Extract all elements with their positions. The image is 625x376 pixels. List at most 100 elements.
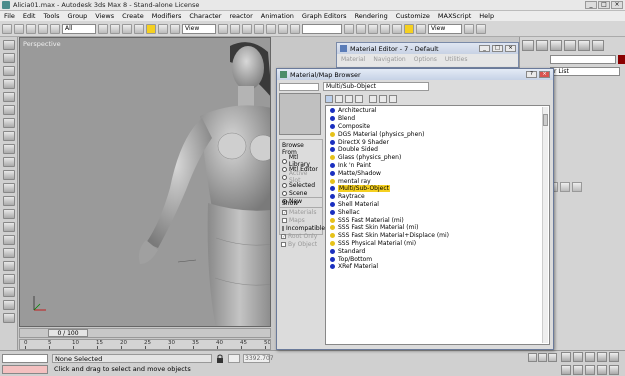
zoom-extents-icon[interactable] [585,352,595,362]
close-button[interactable]: × [611,1,623,9]
browse-from-mtl-library-radio[interactable]: Mtl Library [282,154,320,168]
menu-item-rendering[interactable]: Rendering [351,12,392,20]
redo-icon[interactable] [14,23,24,34]
object-color-swatch[interactable] [618,55,625,64]
material-editor-icon[interactable] [404,23,414,34]
menu-item-help[interactable]: Help [475,12,498,20]
maximize-button[interactable]: □ [598,1,610,9]
browse-from-active-slot-radio[interactable]: Active Slot [282,170,320,184]
browser-close-button[interactable]: × [539,71,550,78]
undo-icon[interactable] [2,23,12,34]
menu-item-create[interactable]: Create [118,12,148,20]
menu-item-tools[interactable]: Tools [39,12,63,20]
minimize-button[interactable]: _ [585,1,597,9]
create-torus-icon[interactable] [2,79,15,89]
clear-material-library-icon[interactable] [389,94,397,103]
modifier-ffd-icon[interactable] [2,248,15,258]
material-editor-maximize-button[interactable]: □ [492,45,503,52]
bind-space-warp-icon[interactable] [50,23,60,34]
zoom-all-icon[interactable] [573,352,583,362]
modifier-mesh-icon[interactable] [2,261,15,271]
select-and-scale-icon[interactable] [170,23,180,34]
view-list-icon[interactable] [325,94,333,103]
menu-item-graph-editors[interactable]: Graph Editors [298,12,351,20]
menu-item-animation[interactable]: Animation [257,12,298,20]
mirror-icon[interactable] [344,23,354,34]
create-cylinder-icon[interactable] [2,66,15,76]
browse-from-selected-radio[interactable]: Selected [282,181,320,189]
absolute-mode-icon[interactable] [228,354,240,363]
create-tab-icon[interactable] [522,40,534,51]
maximize-viewport-icon[interactable] [585,365,595,375]
snap-toggle-icon[interactable] [242,23,252,34]
material-list-item[interactable]: Ink 'n Paint [326,162,549,170]
material-editor-menu-options[interactable]: Options [414,56,437,63]
remove-modifier-icon[interactable] [560,182,570,192]
modifier-twist-icon[interactable] [2,222,15,232]
material-editor-minimize-button[interactable]: _ [479,45,490,52]
zoom-icon[interactable] [561,352,571,362]
render-type-dropdown[interactable]: View [428,23,462,34]
reference-coordinate-dropdown[interactable]: View [182,23,216,34]
maxscript-listener[interactable] [2,354,48,363]
create-box-icon[interactable] [2,40,15,50]
motion-tab-icon[interactable] [564,40,576,51]
browser-search-field[interactable] [279,83,319,91]
view-large-icons-icon[interactable] [355,94,363,103]
select-manipulate-icon[interactable] [230,23,240,34]
menu-item-customize[interactable]: Customize [392,12,434,20]
material-list-item[interactable]: Composite [326,123,549,131]
named-selection-icon[interactable] [290,23,300,34]
time-slider-thumb[interactable]: 0 / 100 [48,329,88,337]
material-list[interactable]: Architectural Blend Composite DGS Material … [325,105,550,345]
rectangular-selection-icon[interactable] [122,23,132,34]
walkthrough-icon[interactable] [597,365,607,375]
create-cone-icon[interactable] [2,105,15,115]
material-list-item[interactable]: SSS Physical Material (mi) [326,240,549,248]
menu-item-reactor[interactable]: reactor [225,12,256,20]
object-name-field[interactable] [550,55,616,64]
material-editor-menu-navigation[interactable]: Navigation [373,56,405,63]
select-by-name-icon[interactable] [110,23,120,34]
material-list-item[interactable]: Raytrace [326,193,549,201]
select-and-rotate-icon[interactable] [158,23,168,34]
link-icon[interactable] [26,23,36,34]
browse-from-scene-radio[interactable]: Scene [282,189,320,197]
pan-icon[interactable] [561,365,571,375]
unlink-icon[interactable] [38,23,48,34]
window-crossing-icon[interactable] [134,23,144,34]
region-zoom-icon[interactable] [609,365,619,375]
create-sphere-icon[interactable] [2,53,15,63]
delete-from-library-icon[interactable] [379,94,387,103]
material-editor-close-button[interactable]: × [505,45,516,52]
browser-help-button[interactable]: ? [526,71,537,78]
menu-item-edit[interactable]: Edit [19,12,40,20]
modifier-edit-poly-icon[interactable] [2,300,15,310]
material-list-item[interactable]: Blend [326,115,549,123]
field-of-view-icon[interactable] [609,352,619,362]
material-list-item[interactable]: Standard [326,247,549,255]
material-list-item[interactable]: Architectural [326,107,549,115]
display-tab-icon[interactable] [578,40,590,51]
create-camera-icon[interactable] [2,144,15,154]
modifier-list-dropdown[interactable]: r List [550,67,620,76]
material-list-item[interactable]: DGS Material (physics_phen) [326,130,549,138]
play-icon[interactable] [548,353,557,362]
percent-snap-icon[interactable] [266,23,276,34]
goto-start-icon[interactable] [528,353,537,362]
select-object-icon[interactable] [98,23,108,34]
hierarchy-tab-icon[interactable] [550,40,562,51]
orbit-icon[interactable] [573,365,583,375]
time-slider[interactable]: 0 / 100 [19,328,271,338]
material-list-item[interactable]: Glass (physics_phen) [326,154,549,162]
maxscript-output[interactable] [2,365,48,374]
schematic-view-icon[interactable] [392,23,402,34]
material-editor-title-bar[interactable]: Material Editor - 7 - Default [337,43,518,54]
browser-title-bar[interactable]: Material/Map Browser [277,69,553,80]
render-scene-icon[interactable] [416,23,426,34]
angle-snap-icon[interactable] [254,23,264,34]
menu-item-modifiers[interactable]: Modifiers [148,12,186,20]
track-bar[interactable]: 0 5 10 15 20 25 30 35 40 45 50 [19,339,271,350]
modifier-taper-icon[interactable] [2,209,15,219]
utilities-tab-icon[interactable] [592,40,604,51]
